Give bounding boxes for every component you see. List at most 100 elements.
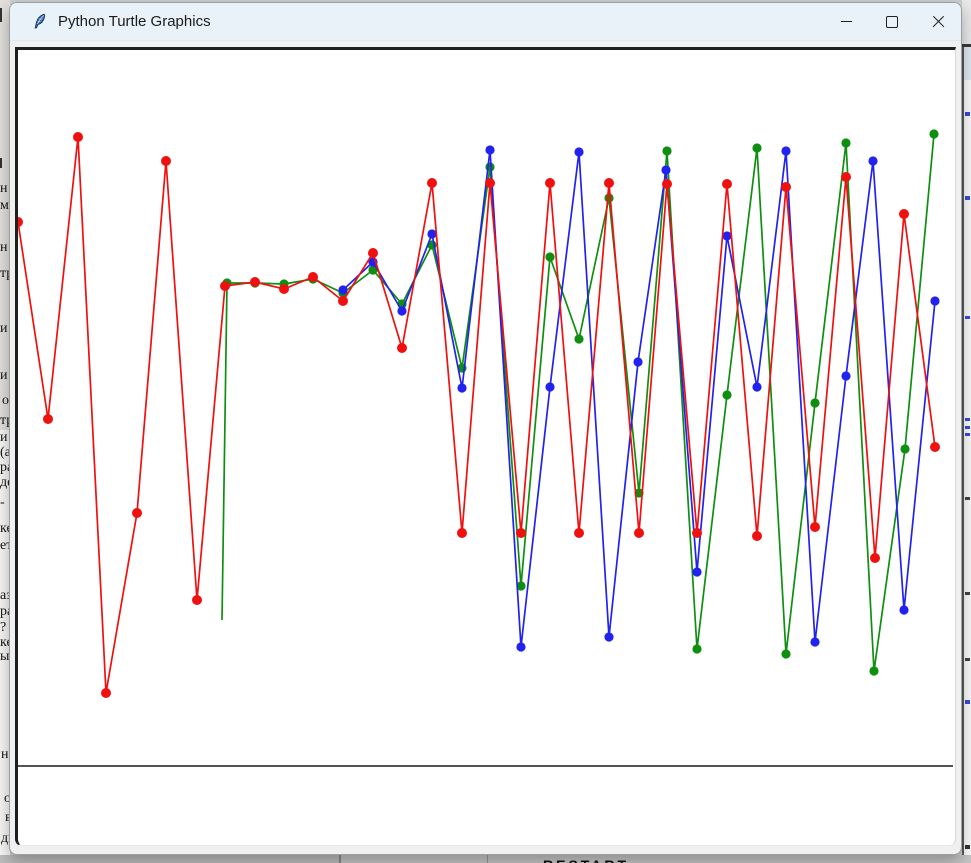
close-button[interactable]	[915, 3, 961, 40]
document-tick-mark	[0, 8, 2, 22]
shell-restart-text-clipped: RESTART:	[543, 855, 963, 863]
green-data-point	[545, 252, 554, 261]
minimize-button[interactable]	[823, 3, 869, 40]
red-data-point	[308, 272, 318, 282]
background-text-mark	[965, 497, 970, 500]
background-text-mark	[965, 112, 970, 116]
background-text-mark	[965, 316, 970, 319]
red-data-point	[781, 182, 791, 192]
background-shell-sliver[interactable]: RESTART:	[0, 855, 971, 863]
red-data-point	[574, 528, 584, 538]
background-text-mark	[965, 845, 970, 849]
blue-data-point	[633, 357, 642, 366]
shell-restart-label: RESTART:	[543, 857, 963, 863]
blue-data-point	[516, 642, 525, 651]
blue-data-point	[930, 296, 939, 305]
green-data-point	[900, 444, 909, 453]
blue-data-point	[604, 632, 613, 641]
red-data-point	[250, 277, 260, 287]
blue-data-point	[752, 382, 761, 391]
background-text-mark	[965, 426, 970, 429]
red-data-point	[516, 528, 526, 538]
document-text-fragment: и	[0, 369, 8, 383]
background-window-sliver-right[interactable]	[962, 0, 971, 855]
shell-sliver-divider	[487, 855, 488, 863]
green-data-point	[722, 390, 731, 399]
document-text-fragment: м	[0, 199, 9, 213]
background-text-mark	[965, 433, 970, 436]
blue-data-point	[841, 371, 850, 380]
green-data-point	[662, 146, 671, 155]
blue-series-line	[343, 150, 935, 647]
red-data-point	[899, 209, 909, 219]
red-data-point	[662, 179, 672, 189]
right-sliver-edge	[962, 47, 964, 855]
window-controls	[823, 3, 961, 40]
red-data-point	[101, 688, 111, 698]
blue-data-point	[692, 567, 701, 576]
red-data-point	[368, 248, 378, 258]
green-series	[222, 129, 939, 675]
turtle-canvas[interactable]	[15, 47, 956, 846]
document-text-fragment: -	[0, 496, 5, 510]
title-bar[interactable]: Python Turtle Graphics	[10, 3, 961, 41]
red-data-point	[457, 528, 467, 538]
red-data-point	[338, 296, 348, 306]
turtle-graphics-window: Python Turtle Graphics	[9, 2, 962, 855]
background-text-mark	[965, 592, 970, 595]
maximize-button[interactable]	[869, 3, 915, 40]
blue-data-point	[397, 306, 406, 315]
red-data-point	[485, 178, 495, 188]
green-data-point	[604, 193, 613, 202]
turtle-drawing	[18, 50, 955, 845]
close-icon	[931, 14, 946, 29]
document-text-fragment: и	[0, 431, 8, 445]
document-text-fragment: ?	[0, 621, 6, 635]
blue-data-point	[810, 637, 819, 646]
blue-data-point	[485, 145, 494, 154]
red-data-point	[634, 528, 644, 538]
blue-data-point	[781, 146, 790, 155]
green-data-point	[574, 334, 583, 343]
red-data-point	[870, 553, 880, 563]
minimize-icon	[841, 21, 852, 22]
green-series-line	[222, 134, 934, 671]
document-text-fragment: ы	[0, 650, 9, 664]
background-text-mark	[965, 700, 970, 704]
blue-data-point	[868, 156, 877, 165]
maximize-icon	[886, 16, 898, 28]
blue-data-point	[722, 231, 731, 240]
red-data-point	[279, 284, 289, 294]
document-text-fragment: и	[0, 322, 8, 336]
red-data-point	[18, 217, 23, 227]
background-text-mark	[965, 196, 970, 200]
blue-data-point	[661, 165, 670, 174]
blue-data-point	[457, 383, 466, 392]
green-data-point	[810, 398, 819, 407]
red-data-point	[810, 522, 820, 532]
shell-sliver-segment	[0, 855, 339, 863]
red-data-point	[692, 528, 702, 538]
red-data-point	[604, 178, 614, 188]
red-data-point	[43, 414, 53, 424]
right-sliver-top	[962, 0, 971, 44]
red-data-point	[397, 343, 407, 353]
red-data-point	[930, 442, 940, 452]
green-data-point	[781, 649, 790, 658]
shell-sliver-divider	[339, 855, 341, 863]
red-data-point	[73, 132, 83, 142]
red-data-point	[545, 178, 555, 188]
blue-data-point	[338, 285, 347, 294]
red-data-point	[220, 281, 230, 291]
red-data-point	[161, 156, 171, 166]
red-data-point	[192, 595, 202, 605]
green-data-point	[692, 644, 701, 653]
document-text-fragment: н	[0, 241, 8, 255]
red-data-point	[841, 172, 851, 182]
blue-data-point	[545, 382, 554, 391]
document-text-fragment: н	[0, 182, 8, 196]
document-tick-mark	[0, 158, 2, 168]
red-series-line	[18, 137, 935, 693]
blue-data-point	[574, 147, 583, 156]
document-text-fragment: н	[1, 748, 9, 762]
